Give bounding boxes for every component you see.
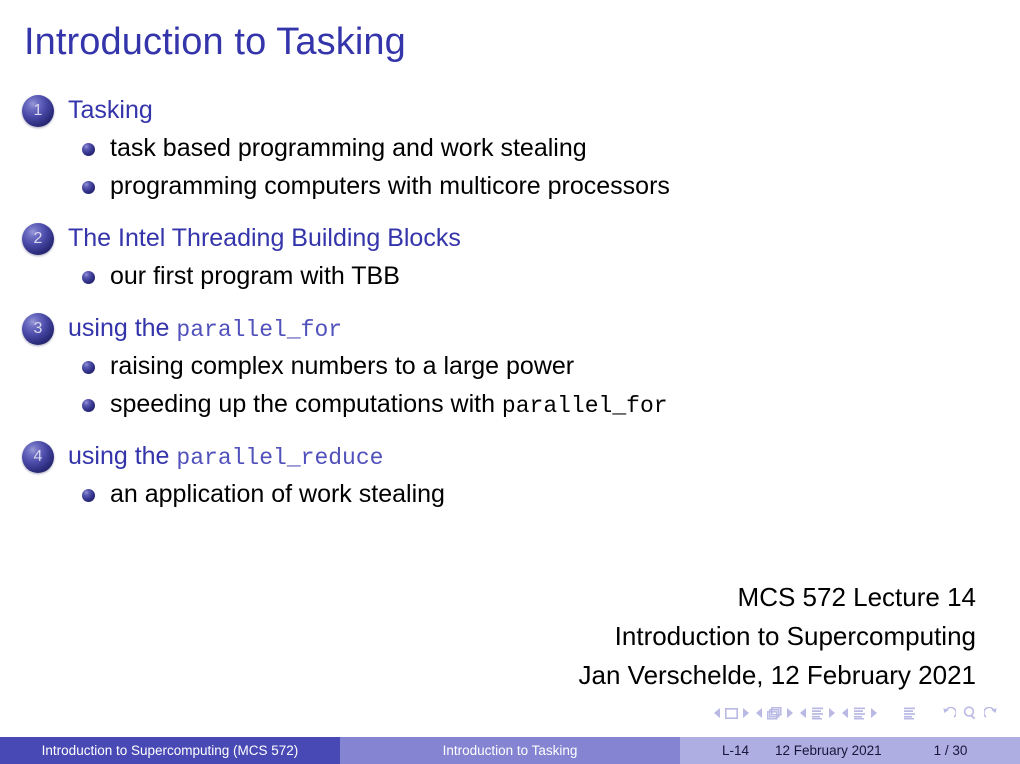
- list-item-mono: parallel_for: [501, 393, 668, 419]
- subsection-icon[interactable]: [811, 707, 824, 720]
- lecture-info-line-2: Introduction to Supercomputing: [614, 621, 976, 651]
- list-item[interactable]: raising complex numbers to a large power: [0, 348, 1020, 386]
- beamer-navigation-bar: [714, 706, 998, 720]
- section-title-1: Tasking: [68, 95, 153, 127]
- section-header-3[interactable]: 3 using the parallel_for: [0, 310, 1020, 348]
- section-title-text-3: using the: [68, 314, 177, 342]
- section-header-4[interactable]: 4 using the parallel_reduce: [0, 438, 1020, 476]
- list-item-label: our first program with TBB: [110, 262, 400, 290]
- list-item-label: programming computers with multicore pro…: [110, 172, 670, 200]
- section-number-badge-2: 2: [22, 223, 54, 255]
- section-title-3: using the parallel_for: [68, 313, 342, 345]
- list-item[interactable]: an application of work stealing: [0, 476, 1020, 514]
- footer-date: 12 February 2021: [775, 743, 882, 758]
- list-item-text: our first program with TBB: [110, 261, 400, 293]
- page-title: Introduction to Tasking: [24, 21, 406, 63]
- subsection-next-arrow-icon[interactable]: [828, 708, 835, 718]
- frames-icon[interactable]: [767, 706, 782, 720]
- list-item[interactable]: speeding up the computations with parall…: [0, 386, 1020, 424]
- document-icon[interactable]: [903, 707, 916, 720]
- bullet-dot-icon: [82, 488, 95, 502]
- section-prev-arrow-icon[interactable]: [842, 708, 849, 718]
- section-title-4: using the parallel_reduce: [68, 441, 383, 473]
- nav-group-frames: [756, 706, 793, 720]
- outline-section-4: 4 using the parallel_reduce an applicati…: [0, 438, 1020, 514]
- section-header-1[interactable]: 1 Tasking: [0, 92, 1020, 130]
- list-item[interactable]: task based programming and work stealing: [0, 130, 1020, 168]
- list-item-label: speeding up the computations with: [110, 390, 502, 418]
- section-number-badge-3: 3: [22, 313, 54, 345]
- slide-canvas: Introduction to Tasking 1 Tasking task b…: [0, 0, 1020, 764]
- outline-list: 1 Tasking task based programming and wor…: [0, 92, 1020, 528]
- list-item-label: raising complex numbers to a large power: [110, 352, 575, 380]
- list-item-label: an application of work stealing: [110, 480, 445, 508]
- section-number-badge-4: 4: [22, 441, 54, 473]
- slide-icon[interactable]: [725, 707, 738, 719]
- frame-prev-arrow-icon[interactable]: [756, 708, 763, 718]
- outline-section-3: 3 using the parallel_for raising complex…: [0, 310, 1020, 424]
- lecture-info-block: MCS 572 Lecture 14 Introduction to Super…: [579, 578, 976, 695]
- bullet-dot-icon: [82, 270, 95, 284]
- forward-icon[interactable]: [984, 706, 998, 720]
- frame-next-arrow-icon[interactable]: [786, 708, 793, 718]
- bullet-dot-icon: [82, 180, 95, 194]
- lecture-info-line-3: Jan Verschelde, 12 February 2021: [578, 660, 976, 690]
- subsection-prev-arrow-icon[interactable]: [800, 708, 807, 718]
- outline-section-2: 2 The Intel Threading Building Blocks ou…: [0, 220, 1020, 296]
- section-next-arrow-icon[interactable]: [870, 708, 877, 718]
- list-item-text: an application of work stealing: [110, 479, 445, 511]
- slide-next-arrow-icon[interactable]: [742, 708, 749, 718]
- footer-bar: Introduction to Supercomputing (MCS 572)…: [0, 737, 1020, 764]
- outline-section-1: 1 Tasking task based programming and wor…: [0, 92, 1020, 206]
- list-item[interactable]: our first program with TBB: [0, 258, 1020, 296]
- section-title-2: The Intel Threading Building Blocks: [68, 223, 461, 255]
- list-item-text: task based programming and work stealing: [110, 133, 587, 165]
- list-item-text: raising complex numbers to a large power: [110, 351, 574, 383]
- list-item-label: task based programming and work stealing: [110, 134, 587, 162]
- footer-page-number: 1 / 30: [933, 743, 968, 758]
- lecture-info-line-1: MCS 572 Lecture 14: [737, 582, 976, 612]
- slide-prev-arrow-icon[interactable]: [714, 708, 721, 718]
- section-title-text-2: The Intel Threading Building Blocks: [68, 224, 461, 252]
- list-item-text: speeding up the computations with parall…: [110, 389, 668, 421]
- nav-group-subsection: [800, 707, 835, 720]
- footer-course-title[interactable]: Introduction to Supercomputing (MCS 572): [0, 737, 340, 764]
- list-item-text: programming computers with multicore pro…: [110, 171, 670, 203]
- section-title-text-1: Tasking: [68, 96, 153, 124]
- section-title-mono-4: parallel_reduce: [176, 445, 384, 471]
- bullet-dot-icon: [82, 360, 95, 374]
- bullet-dot-icon: [82, 142, 95, 156]
- footer-meta: L-14 12 February 2021 1 / 30: [680, 737, 1020, 764]
- search-icon[interactable]: [963, 706, 977, 720]
- section-icon[interactable]: [853, 707, 866, 720]
- back-icon[interactable]: [942, 706, 956, 720]
- section-header-2[interactable]: 2 The Intel Threading Building Blocks: [0, 220, 1020, 258]
- nav-group-section: [842, 707, 877, 720]
- nav-group-slide: [714, 707, 749, 719]
- bullet-dot-icon: [82, 398, 95, 412]
- section-title-mono-3: parallel_for: [176, 317, 343, 343]
- footer-section-title[interactable]: Introduction to Tasking: [340, 737, 680, 764]
- footer-lecture-number: L-14: [722, 743, 750, 758]
- section-title-text-4: using the: [68, 442, 177, 470]
- list-item[interactable]: programming computers with multicore pro…: [0, 168, 1020, 206]
- section-number-badge-1: 1: [22, 95, 54, 127]
